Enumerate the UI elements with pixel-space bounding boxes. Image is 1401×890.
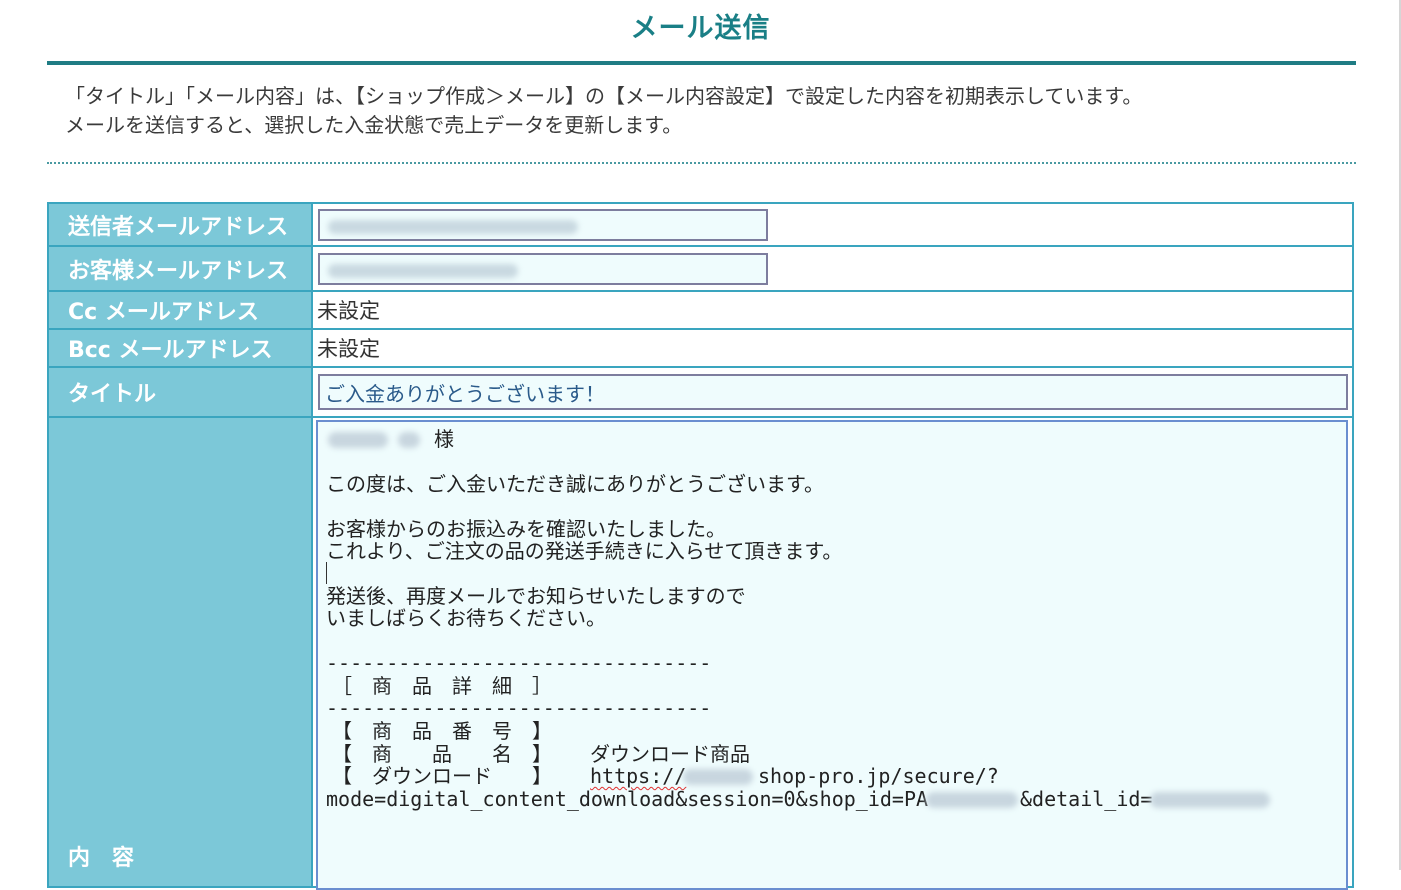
sender-email-input[interactable] bbox=[318, 208, 768, 241]
download-url-host: shop-pro.jp/secure/? bbox=[758, 764, 999, 788]
sender-email-label: 送信者メールアドレス bbox=[47, 202, 311, 247]
download-url-scheme: https:// bbox=[590, 764, 687, 788]
body-line-1: この度は、ご入金いただき誠にありがとうございます。 bbox=[326, 472, 824, 496]
redacted-value bbox=[328, 219, 578, 234]
text-caret bbox=[326, 562, 327, 584]
redacted-detail-id bbox=[1150, 792, 1270, 808]
download-url-query: mode=digital_content_download&session=0&… bbox=[326, 787, 929, 811]
mail-title-row: タイトル ご入金ありがとうございます！ bbox=[47, 368, 1354, 418]
body-line-5: いましばらくお待ちください。 bbox=[326, 606, 606, 630]
redacted-name bbox=[398, 432, 420, 448]
item-number-label: 【 商 品 番 号 】 bbox=[332, 719, 552, 743]
section-divider bbox=[47, 162, 1356, 164]
mail-content-label: 内 容 bbox=[47, 418, 311, 888]
item-name-label: 【 商 品 名 】 bbox=[332, 742, 552, 766]
separator-bottom: -------------------------------- bbox=[326, 696, 712, 720]
note-line-1: 「タイトル」「メール内容」は、【ショップ作成＞メール】の【メール内容設定】で設定… bbox=[65, 84, 1143, 108]
bcc-email-row: Bcc メールアドレス 未設定 bbox=[47, 330, 1354, 368]
body-line-4: 発送後、再度メールでお知らせいたしますので bbox=[326, 584, 746, 608]
note-line-2: メールを送信すると、選択した入金状態で売上データを更新します。 bbox=[65, 113, 683, 137]
mail-content-textarea[interactable]: 様 この度は、ご入金いただき誠にありがとうございます。 お客様からのお振込みを確… bbox=[316, 420, 1348, 890]
salutation: 様 bbox=[434, 427, 454, 451]
customer-email-input[interactable] bbox=[318, 252, 768, 285]
redacted-shop-host bbox=[683, 769, 753, 785]
page-title: メール送信 bbox=[630, 13, 771, 44]
mail-title-input[interactable]: ご入金ありがとうございます！ bbox=[318, 374, 1348, 410]
section-header: ［ 商 品 詳 細 ］ bbox=[332, 674, 552, 698]
bcc-email-label: Bcc メールアドレス bbox=[47, 330, 311, 368]
cc-email-label: Cc メールアドレス bbox=[47, 292, 311, 330]
cc-email-value: 未設定 bbox=[311, 292, 1354, 330]
item-name-value: ダウンロード商品 bbox=[590, 742, 750, 766]
separator-top: -------------------------------- bbox=[326, 651, 712, 675]
redacted-name bbox=[328, 432, 388, 448]
body-line-2: お客様からのお振込みを確認いたしました。 bbox=[326, 517, 726, 541]
bcc-email-value: 未設定 bbox=[311, 330, 1354, 368]
body-line-3: これより、ご注文の品の発送手続きに入らせて頂きます。 bbox=[326, 539, 843, 563]
download-url-detail: &detail_id= bbox=[1020, 787, 1153, 811]
title-underline bbox=[47, 61, 1356, 65]
redacted-shop-id bbox=[926, 792, 1018, 808]
download-label: 【 ダウンロード 】 bbox=[332, 764, 552, 788]
sender-email-row: 送信者メールアドレス bbox=[47, 202, 1354, 247]
customer-email-label: お客様メールアドレス bbox=[47, 247, 311, 292]
customer-email-row: お客様メールアドレス bbox=[47, 247, 1354, 292]
mail-title-label: タイトル bbox=[47, 368, 311, 418]
instruction-note: 「タイトル」「メール内容」は、【ショップ作成＞メール】の【メール内容設定】で設定… bbox=[65, 82, 1355, 140]
cc-email-row: Cc メールアドレス 未設定 bbox=[47, 292, 1354, 330]
redacted-value bbox=[328, 263, 518, 278]
